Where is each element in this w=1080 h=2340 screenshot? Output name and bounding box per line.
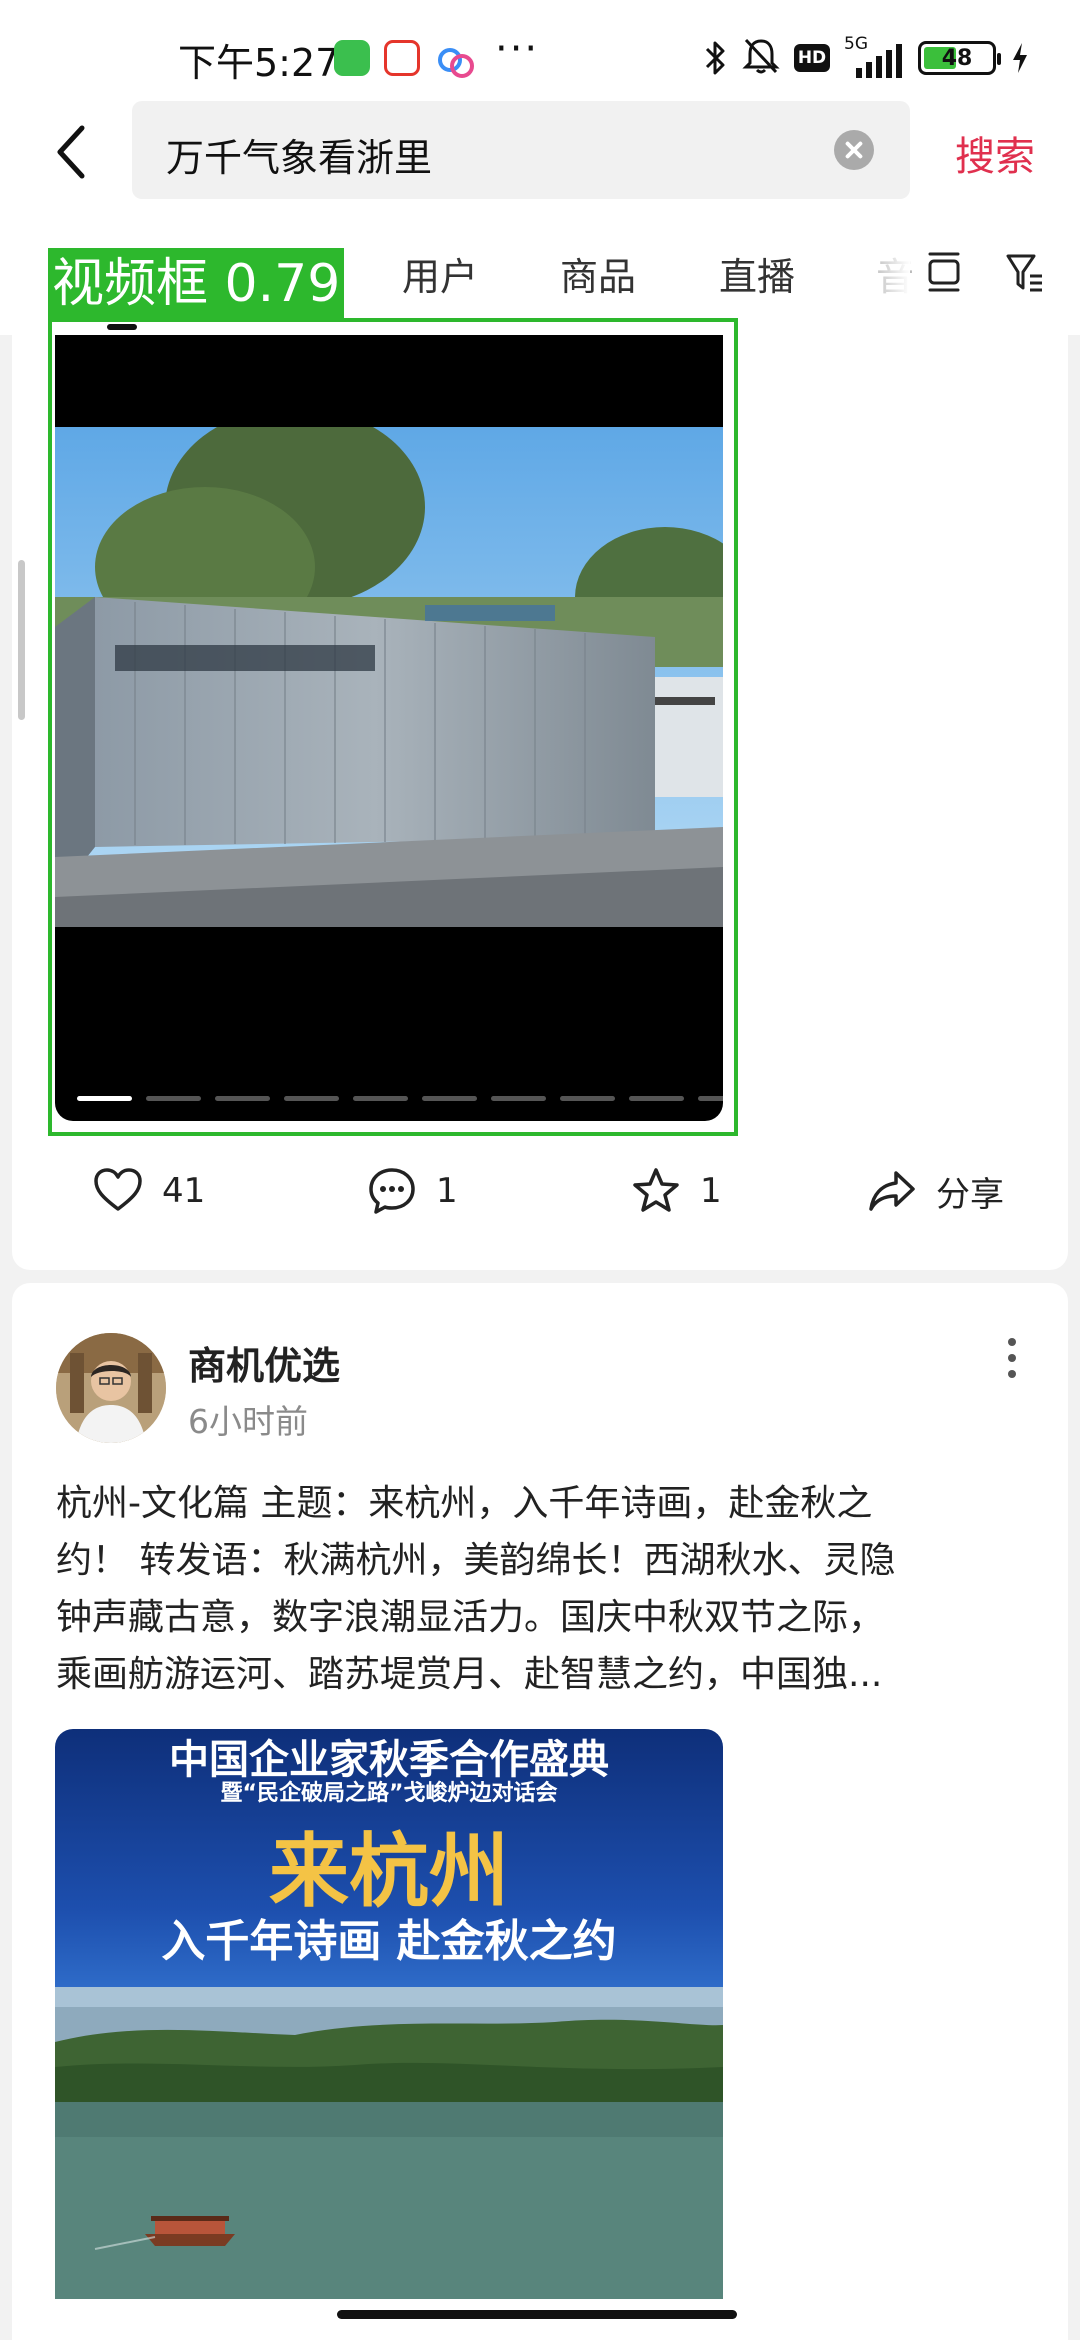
more-options-icon[interactable] [1004, 1338, 1020, 1382]
58-app-icon [384, 40, 420, 76]
cat-app-icon [334, 40, 370, 76]
bell-off-icon [742, 36, 780, 80]
filter-icon[interactable] [1004, 250, 1044, 294]
home-indicator[interactable] [337, 2310, 737, 2319]
share-button[interactable]: 分享 [866, 1165, 1004, 1217]
post-image[interactable]: 中国企业家秋季合作盛典 暨“民企破局之路”戈峻炉边对话会 来杭州 入千年诗画 赴… [55, 1729, 723, 2299]
comment-count: 1 [436, 1171, 458, 1211]
post-text-line: 钟声藏古意，数字浪潮显活力。国庆中秋双节之际， [56, 1597, 885, 1638]
signal-icon: 5G [844, 34, 904, 78]
poster-subtitle: 暨“民企破局之路”戈峻炉边对话会 [220, 1781, 558, 1806]
clear-icon[interactable] [834, 130, 874, 170]
post-text-line: 乘画舫游运河、踏苏堤赏月、赴智慧之约，中国独... [56, 1654, 883, 1695]
tab-fade [870, 240, 910, 310]
west-lake-photo [55, 1987, 723, 2299]
hd-badge: HD [794, 44, 830, 72]
charging-icon [1010, 41, 1030, 75]
heart-icon [94, 1168, 142, 1211]
like-count: 41 [162, 1171, 206, 1211]
back-icon[interactable] [52, 122, 92, 182]
search-query: 万千气象看浙里 [166, 136, 433, 180]
battery-icon: 48 [918, 41, 1001, 75]
poster-tagline: 入千年诗画 赴金秋之约 [161, 1916, 617, 1967]
tab-products[interactable]: 商品 [560, 246, 636, 301]
star-icon [633, 1168, 679, 1212]
search-input[interactable]: 万千气象看浙里 [132, 101, 910, 199]
favorite-button[interactable]: 1 [630, 1165, 722, 1217]
tab-live[interactable]: 直播 [719, 246, 795, 301]
detection-box [48, 318, 738, 1136]
like-button[interactable]: 41 [92, 1165, 205, 1217]
more-notifications-icon: ··· [495, 26, 540, 72]
post-actions: 41 1 1 分享 [0, 1165, 1080, 1225]
poster-banner: 中国企业家秋季合作盛典 暨“民企破局之路”戈峻炉边对话会 来杭州 入千年诗画 赴… [55, 1729, 723, 1987]
author-name[interactable]: 商机优选 [188, 1335, 340, 1390]
bluetooth-icon [702, 38, 728, 78]
favorite-count: 1 [700, 1171, 722, 1211]
post-time: 6小时前 [188, 1402, 308, 1441]
status-icons: HD 5G 48 [702, 34, 1030, 80]
post-text-line: 杭州-文化篇 主题：来杭州，入千年诗画，赴金秋之 [56, 1483, 873, 1524]
share-label: 分享 [936, 1174, 1004, 1215]
post-text-line: 约！ 转发语：秋满杭州，美韵绵长！西湖秋水、灵隐 [56, 1540, 896, 1581]
battery-level: 48 [941, 45, 973, 71]
status-time: 下午5:27 [178, 41, 340, 85]
status-bar: 下午5:27 ··· HD 5G 48 [0, 0, 1080, 110]
cloud-app-icon [434, 40, 474, 78]
tab-users[interactable]: 用户 [402, 246, 478, 301]
detection-label: 视频框 0.79 [48, 248, 345, 320]
search-button[interactable]: 搜索 [955, 124, 1035, 182]
avatar[interactable] [56, 1333, 166, 1443]
share-icon [869, 1171, 915, 1211]
layout-toggle-icon[interactable] [924, 248, 964, 296]
comment-icon [369, 1168, 415, 1214]
scrollbar[interactable] [18, 560, 25, 720]
comment-button[interactable]: 1 [366, 1165, 458, 1217]
post-text[interactable]: 杭州-文化篇 主题：来杭州，入千年诗画，赴金秋之 约！ 转发语：秋满杭州，美韵绵… [56, 1475, 1026, 1703]
